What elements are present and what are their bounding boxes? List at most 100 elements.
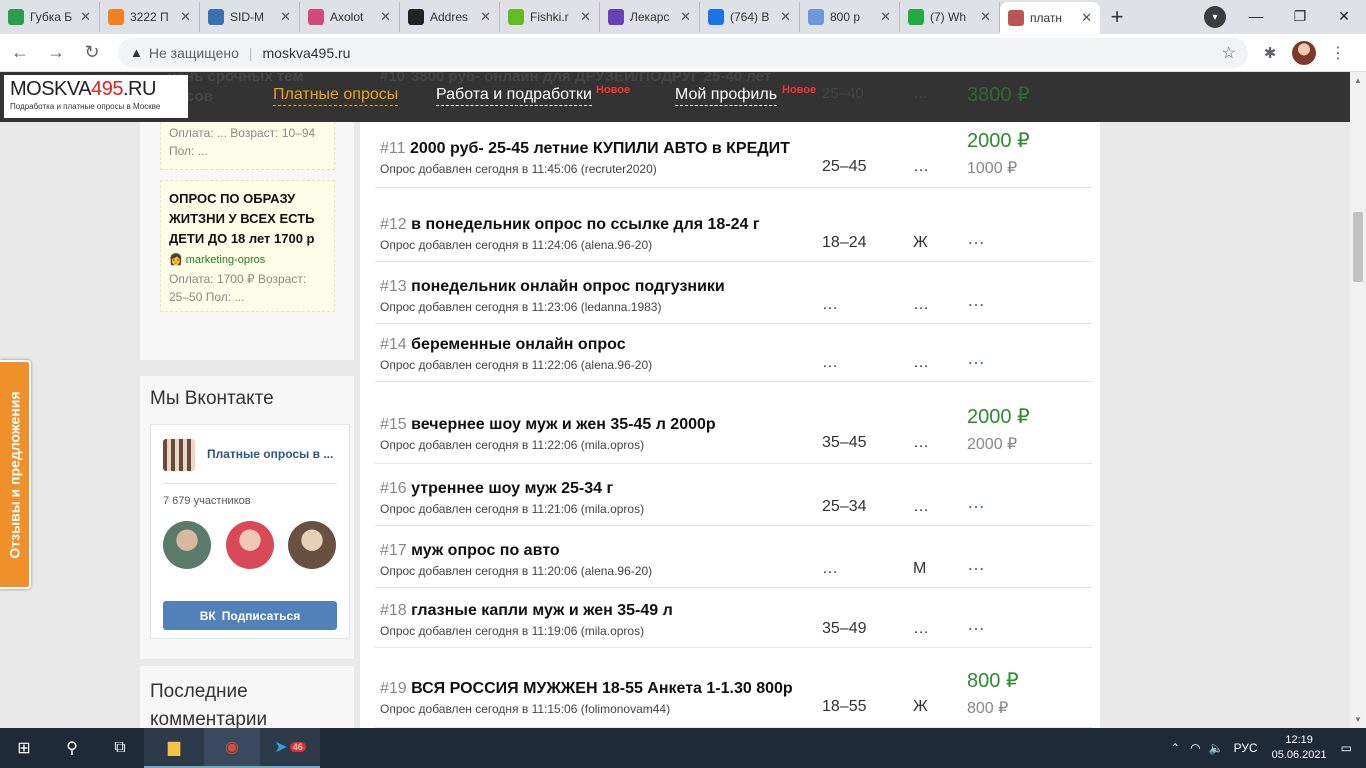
tab-close-icon[interactable]: ✕ <box>880 9 891 25</box>
browser-tab[interactable]: 3222 П ✕ <box>100 2 200 32</box>
vk-group-logo[interactable] <box>163 439 195 471</box>
reload-icon[interactable]: ↻ <box>76 37 108 69</box>
survey-row[interactable]: #17 муж опрос по авто Опрос добавлен сего… <box>375 526 1092 588</box>
survey-title[interactable]: муж опрос по авто <box>411 542 559 559</box>
tab-close-icon[interactable]: ✕ <box>280 9 291 25</box>
survey-author[interactable]: (mila.opros) <box>581 438 644 452</box>
survey-row[interactable]: #14 беременные онлайн опрос Опрос добавле… <box>375 324 1092 382</box>
search-icon[interactable]: ⚲ <box>48 728 96 768</box>
survey-title[interactable]: утреннее шоу муж 25-34 г <box>411 480 613 497</box>
profile-avatar[interactable] <box>1292 40 1316 65</box>
tab-title: Addres <box>430 10 469 24</box>
member-avatar[interactable] <box>226 521 274 569</box>
member-avatar[interactable] <box>163 521 211 569</box>
survey-title[interactable]: беременные онлайн опрос <box>411 336 625 353</box>
start-icon[interactable]: ⊞ <box>0 728 48 768</box>
new-tab-button[interactable]: + <box>1100 2 1134 32</box>
telegram-icon[interactable]: ➤ 46 <box>260 728 320 768</box>
tab-close-icon[interactable]: ✕ <box>1081 10 1092 26</box>
survey-title[interactable]: в понедельник опрос по ссылке для 18-24 … <box>411 216 759 233</box>
browser-tab[interactable]: (7) Wh ✕ <box>900 2 1000 32</box>
nav-jobs[interactable]: Работа и подработки <box>436 86 592 106</box>
nav-paid-surveys[interactable]: Платные опросы <box>273 86 399 106</box>
survey-author[interactable]: (recruter2020) <box>581 162 657 176</box>
survey-author[interactable]: (alena.96-20) <box>581 564 652 578</box>
tab-close-icon[interactable]: ✕ <box>980 9 991 25</box>
address-bar[interactable]: ▲ Не защищено | moskva495.ru ☆ <box>118 37 1248 68</box>
forward-icon[interactable]: → <box>40 37 72 69</box>
tab-close-icon[interactable]: ✕ <box>80 9 91 25</box>
browser-tab-active[interactable]: платн ✕ <box>1000 2 1100 34</box>
task-view-icon[interactable]: ⧉ <box>96 728 144 768</box>
minimize-icon[interactable]: — <box>1234 0 1278 32</box>
survey-title[interactable]: понедельник онлайн опрос подгузники <box>411 278 725 295</box>
restore-icon[interactable]: ❐ <box>1278 0 1322 32</box>
tab-close-icon[interactable]: ✕ <box>680 9 691 25</box>
vk-group-name[interactable]: Платные опросы в ... <box>207 447 333 461</box>
notifications-icon[interactable]: ▭ <box>1341 741 1352 755</box>
tab-close-icon[interactable]: ✕ <box>580 9 591 25</box>
close-window-icon[interactable]: ✕ <box>1322 0 1366 32</box>
volume-icon[interactable]: 🔈 <box>1209 741 1224 755</box>
survey-author[interactable]: (ledanna.1983) <box>581 300 662 314</box>
browser-menu-icon[interactable]: ⋮ <box>1326 43 1350 63</box>
network-icon[interactable]: ◠ <box>1190 741 1200 755</box>
language-indicator[interactable]: РУС <box>1234 741 1258 755</box>
browser-tab[interactable]: Addres ✕ <box>400 2 500 32</box>
survey-author[interactable]: (mila.opros) <box>581 502 644 516</box>
feedback-tab[interactable]: Отзывы и предложения <box>0 360 31 589</box>
survey-row[interactable]: #19 ВСЯ РОССИЯ МУЖЖЕН 18-55 Анкета 1-1.3… <box>375 648 1092 728</box>
tab-close-icon[interactable]: ✕ <box>380 9 391 25</box>
member-avatar[interactable] <box>288 521 336 569</box>
survey-author[interactable]: (folimonovam44) <box>581 702 670 716</box>
survey-row[interactable]: #16 утреннее шоу муж 25-34 г Опрос добавл… <box>375 464 1092 526</box>
browser-tab[interactable]: Лекарс ✕ <box>600 2 700 32</box>
scrolled-survey-sex: … <box>913 85 928 102</box>
survey-title[interactable]: вечернее шоу муж и жен 35-45 л 2000р <box>411 416 716 433</box>
scroll-up-icon[interactable]: ▲ <box>1354 76 1362 85</box>
survey-row[interactable]: #15 вечернее шоу муж и жен 35-45 л 2000р… <box>375 382 1092 464</box>
bookmark-star-icon[interactable]: ☆ <box>1222 43 1236 63</box>
survey-author[interactable]: (mila.opros) <box>581 624 644 638</box>
survey-row[interactable]: #18 глазные капли муж и жен 35-49 л Опрос… <box>375 588 1092 648</box>
scroll-down-icon[interactable]: ▼ <box>1354 715 1362 724</box>
tab-close-icon[interactable]: ✕ <box>180 9 191 25</box>
survey-meta: Опрос добавлен сегодня в 11:23:06 (ledan… <box>380 300 662 314</box>
tab-close-icon[interactable]: ✕ <box>480 9 491 25</box>
browser-tab[interactable]: Губка Б ✕ <box>0 2 100 32</box>
tab-search-icon[interactable]: ▾ <box>1204 6 1226 28</box>
tab-title: SID-M <box>230 10 264 24</box>
browser-tab[interactable]: Fishki.r ✕ <box>500 2 600 32</box>
page-scrollbar[interactable]: ▲ ▼ <box>1350 72 1366 728</box>
survey-author[interactable]: (alena.96-20) <box>581 238 652 252</box>
survey-title[interactable]: глазные капли муж и жен 35-49 л <box>411 602 673 619</box>
site-logo[interactable]: MOSKVA495.RU Подработка и платные опросы… <box>4 75 188 118</box>
survey-title[interactable]: 2000 руб- 25-45 летние КУПИЛИ АВТО в КРЕ… <box>410 140 790 157</box>
nav-profile[interactable]: Мой профиль <box>675 86 778 106</box>
survey-age: 18–55 <box>822 698 867 715</box>
vk-subscribe-button[interactable]: ВК Подписаться <box>163 601 337 630</box>
scroll-thumb[interactable] <box>1353 212 1363 282</box>
survey-row[interactable]: #13 понедельник онлайн опрос подгузники О… <box>375 262 1092 324</box>
sidebar-survey-card[interactable]: ОПРОС ПО ОБРАЗУ ЖИТЗНИ У ВСЕХ ЕСТЬ ДЕТИ … <box>160 180 335 312</box>
survey-list: #11 2000 руб- 25-45 летние КУПИЛИ АВТО в… <box>360 72 1100 728</box>
extensions-icon[interactable]: ✱ <box>1256 39 1284 67</box>
survey-row[interactable]: #12 в понедельник опрос по ссылке для 18… <box>375 200 1092 262</box>
browser-tab[interactable]: SID-M ✕ <box>200 2 300 32</box>
card-author[interactable]: 👩 marketing-opros <box>169 254 265 266</box>
browser-tab[interactable]: 800 р ✕ <box>800 2 900 32</box>
survey-title[interactable]: ВСЯ РОССИЯ МУЖЖЕН 18-55 Анкета 1-1.30 80… <box>411 680 793 697</box>
browser-tab[interactable]: Axolot ✕ <box>300 2 400 32</box>
browser-tab[interactable]: (764) В ✕ <box>700 2 800 32</box>
separator: | <box>248 44 253 61</box>
tab-close-icon[interactable]: ✕ <box>780 9 791 25</box>
chrome-icon[interactable]: ◉ <box>204 728 260 768</box>
card-title[interactable]: ОПРОС ПО ОБРАЗУ ЖИТЗНИ У ВСЕХ ЕСТЬ ДЕТИ … <box>169 189 326 270</box>
clock[interactable]: 12:19 05.06.2021 <box>1272 733 1327 763</box>
tray-arrow-icon[interactable]: ⌃ <box>1170 741 1180 755</box>
survey-author[interactable]: (alena.96-20) <box>581 358 652 372</box>
back-icon[interactable]: ← <box>4 37 36 69</box>
survey-row[interactable]: #11 2000 руб- 25-45 летние КУПИЛИ АВТО в… <box>375 126 1092 188</box>
explorer-icon[interactable]: ▆ <box>144 728 204 768</box>
tab-title: Лекарс <box>630 10 670 24</box>
